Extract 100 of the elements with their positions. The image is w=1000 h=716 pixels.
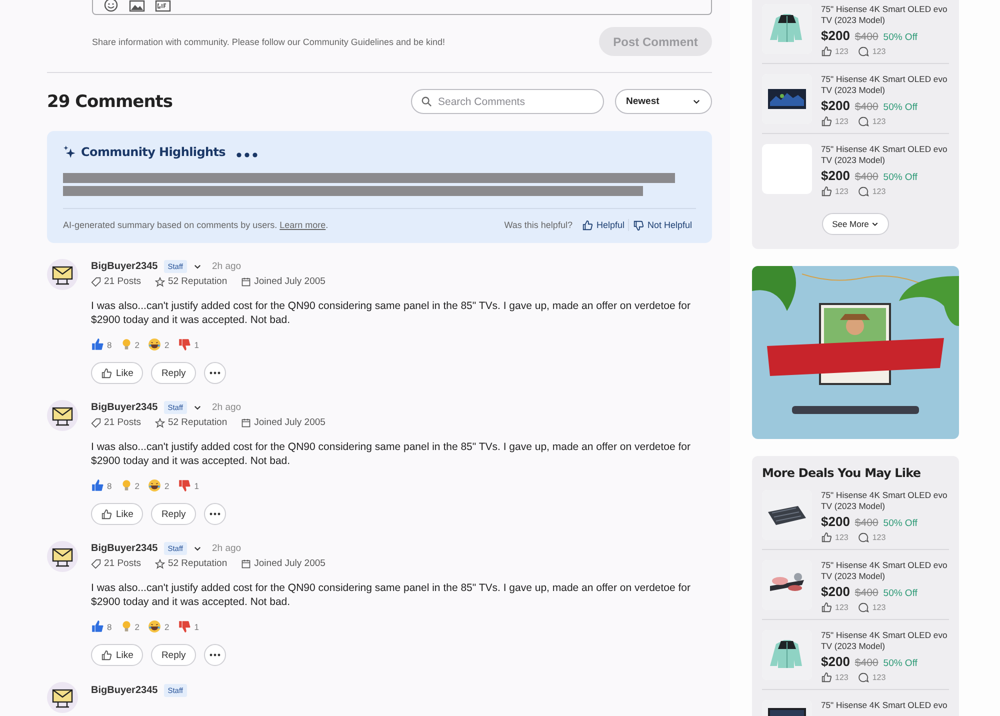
lightbulb-icon bbox=[120, 479, 132, 492]
author-name[interactable]: BigBuyer2345 bbox=[91, 261, 158, 272]
thumbs-up-icon bbox=[91, 479, 104, 492]
tag-icon bbox=[91, 276, 101, 287]
price: $200 bbox=[821, 168, 850, 183]
tag-icon bbox=[91, 558, 101, 569]
gif-icon[interactable] bbox=[155, 0, 171, 14]
avatar bbox=[47, 400, 78, 432]
posts-count: 21 Posts bbox=[104, 558, 141, 570]
thumbs-down-icon bbox=[178, 620, 192, 634]
product-title[interactable]: 75" Hisense 4K Smart OLED evo TV (2023 Model) bbox=[821, 490, 949, 512]
reaction-count: 2 bbox=[164, 480, 170, 491]
original-price: $400 bbox=[854, 171, 878, 183]
like-count: 123 bbox=[835, 47, 848, 56]
comment-count: 123 bbox=[872, 187, 886, 196]
search-field[interactable]: Search Comments bbox=[411, 89, 604, 114]
reaction-count: 1 bbox=[194, 480, 199, 491]
see-more-button[interactable]: See More bbox=[822, 213, 889, 235]
reaction-count: 8 bbox=[107, 340, 112, 350]
join-date: Joined July 2005 bbox=[254, 276, 326, 288]
learn-more-link[interactable]: Learn more bbox=[280, 220, 326, 230]
thumbs-up-icon bbox=[101, 650, 112, 661]
original-price: $400 bbox=[854, 657, 878, 669]
like-button[interactable]: Like bbox=[91, 362, 144, 384]
discount: 50% Off bbox=[883, 658, 918, 669]
avatar bbox=[47, 259, 78, 290]
comment-text: I was also...can't justify added cost for the QN90 considering same panel in the 85" TVs. I gave up, made an offer on verdetoe for $2900 today and it was accepted. Not bad. bbox=[91, 581, 691, 610]
star-icon bbox=[154, 418, 165, 428]
product-title[interactable]: 75" Hisense 4K Smart OLED evo TV (2023 Model) bbox=[821, 560, 949, 582]
posts-count: 21 Posts bbox=[104, 276, 141, 288]
timestamp: 2h ago bbox=[212, 261, 242, 272]
author-name[interactable]: BigBuyer2345 bbox=[91, 402, 158, 414]
reaction-count: 1 bbox=[194, 622, 199, 632]
emoji-icon[interactable] bbox=[103, 0, 119, 14]
thumbs-down-icon bbox=[178, 479, 192, 492]
avatar bbox=[47, 682, 78, 714]
like-button[interactable]: Like bbox=[91, 644, 144, 666]
author-name[interactable]: BigBuyer2345 bbox=[91, 684, 158, 696]
chevron-down-icon[interactable] bbox=[193, 403, 202, 412]
lightbulb-icon bbox=[120, 338, 132, 352]
chevron-down-icon bbox=[870, 220, 879, 228]
star-icon bbox=[154, 276, 165, 287]
product-title[interactable]: 75" Hisense 4K Smart OLED evo TV (2023 Model) bbox=[821, 144, 949, 166]
author-name[interactable]: BigBuyer2345 bbox=[91, 543, 158, 554]
reaction-count: 8 bbox=[107, 480, 112, 491]
product-title[interactable]: 75" Hisense 4K Smart OLED evo bbox=[821, 700, 948, 711]
price: $200 bbox=[821, 654, 850, 669]
posts-count: 21 Posts bbox=[104, 417, 141, 428]
thumbs-up-icon bbox=[821, 602, 832, 613]
comment-icon bbox=[858, 46, 870, 57]
chevron-down-icon[interactable] bbox=[193, 544, 202, 554]
comment-text: I was also...can't justify added cost for the QN90 considering same panel in the 85" TVs. I gave up, made an offer on verdetoe for $2900 today and it was accepted. Not bad. bbox=[91, 299, 691, 328]
reply-button[interactable]: Reply bbox=[151, 503, 196, 526]
comments-heading: 29 Comments bbox=[47, 92, 174, 112]
comment-icon bbox=[858, 116, 870, 127]
guidelines-text: Share information with community. Please follow our Community Guidelines and be kind! bbox=[92, 36, 445, 46]
thumbs-down-icon bbox=[633, 220, 644, 231]
calendar-icon bbox=[241, 276, 252, 287]
thumbs-up-icon bbox=[101, 368, 112, 379]
not-helpful-button[interactable]: Not Helpful bbox=[629, 220, 696, 231]
reputation: 52 Reputation bbox=[168, 276, 228, 288]
timestamp: 2h ago bbox=[212, 402, 242, 414]
thumbs-up-icon bbox=[582, 220, 594, 231]
more-options-button[interactable] bbox=[204, 644, 226, 666]
comment-count: 123 bbox=[872, 673, 886, 682]
like-button[interactable]: Like bbox=[91, 503, 144, 526]
chevron-down-icon[interactable] bbox=[193, 262, 202, 272]
price: $200 bbox=[821, 584, 850, 599]
comment-text: I was also...can't justify added cost for the QN90 considering same panel in the 85" TVs. I gave up, made an offer on verdetoe for $2900 today and it was accepted. Not bad. bbox=[91, 440, 691, 468]
reaction-count: 2 bbox=[164, 622, 170, 632]
helpful-button[interactable]: Helpful bbox=[578, 220, 628, 231]
image-icon[interactable] bbox=[129, 0, 145, 14]
product-title[interactable]: 75" Hisense 4K Smart OLED evo TV (2023 Model) bbox=[821, 630, 949, 652]
more-options-button[interactable] bbox=[204, 362, 226, 384]
more-icon bbox=[208, 653, 221, 658]
loading-dots-icon bbox=[236, 152, 258, 158]
product-title[interactable]: 75" Hisense 4K Smart OLED evo TV (2023 Model) bbox=[821, 4, 949, 26]
comment-input-field[interactable] bbox=[92, 0, 712, 15]
sort-dropdown[interactable]: Newest bbox=[615, 89, 712, 114]
reaction-count: 1 bbox=[194, 340, 199, 350]
comment-icon bbox=[858, 602, 870, 613]
more-icon bbox=[208, 512, 221, 516]
reply-button[interactable]: Reply bbox=[151, 644, 196, 666]
join-date: Joined July 2005 bbox=[254, 417, 326, 428]
comment-count: 123 bbox=[872, 533, 886, 542]
product-title[interactable]: 75" Hisense 4K Smart OLED evo TV (2023 Model) bbox=[821, 74, 949, 96]
more-options-button[interactable] bbox=[204, 503, 226, 526]
original-price: $400 bbox=[854, 587, 878, 599]
laughing-emoji-icon bbox=[148, 620, 162, 634]
reaction-count: 8 bbox=[107, 622, 112, 632]
thumbs-up-icon bbox=[821, 672, 832, 683]
helpful-prompt: Was this helpful? bbox=[504, 220, 572, 230]
more-icon bbox=[208, 371, 221, 376]
reply-button[interactable]: Reply bbox=[151, 362, 196, 384]
avatar bbox=[47, 541, 78, 572]
comment-count: 123 bbox=[872, 47, 886, 56]
price: $200 bbox=[821, 514, 850, 529]
highlights-title: Community Highlights bbox=[81, 145, 226, 160]
original-price: $400 bbox=[854, 101, 878, 113]
reaction-count: 2 bbox=[134, 480, 140, 491]
